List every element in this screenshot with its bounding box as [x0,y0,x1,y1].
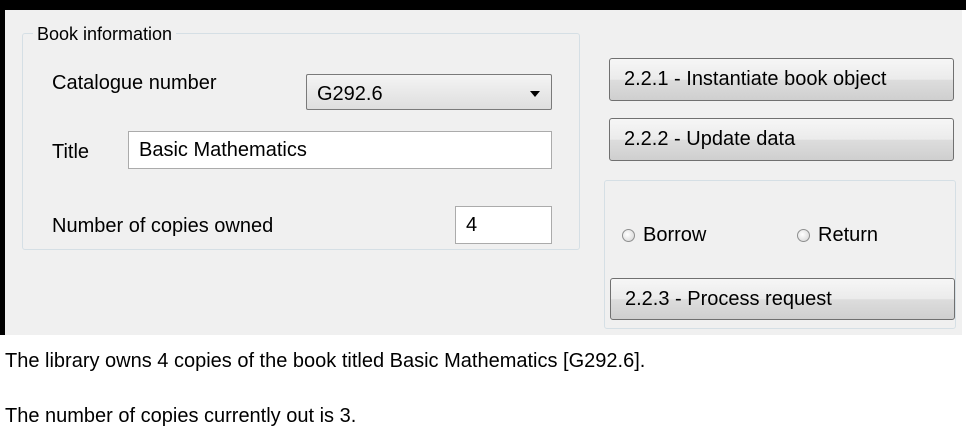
copies-owned-label: Number of copies owned [52,215,274,237]
title-input[interactable] [128,131,552,169]
borrow-radio-label: Borrow [643,224,707,246]
catalogue-number-value: G292.6 [317,83,383,105]
catalogue-number-label: Catalogue number [52,72,217,94]
window-frame-top [0,0,966,10]
radio-circle-icon[interactable] [797,229,810,242]
process-request-button[interactable]: 2.2.3 - Process request [610,278,955,320]
book-information-group-title: Book information [33,24,177,45]
copies-owned-input[interactable] [455,206,552,244]
return-radio-label: Return [818,224,879,246]
radio-circle-icon[interactable] [622,229,635,242]
return-radio[interactable]: Return [797,224,878,247]
update-data-button[interactable]: 2.2.2 - Update data [609,118,954,161]
output-line-1: The library owns 4 copies of the book ti… [5,350,646,372]
borrow-radio[interactable]: Borrow [622,224,706,247]
instantiate-book-button[interactable]: 2.2.1 - Instantiate book object [609,58,954,101]
catalogue-number-dropdown[interactable]: G292.6 [306,74,552,110]
title-label: Title [52,141,90,163]
chevron-down-icon[interactable] [530,91,540,97]
output-line-2: The number of copies currently out is 3. [5,405,357,427]
